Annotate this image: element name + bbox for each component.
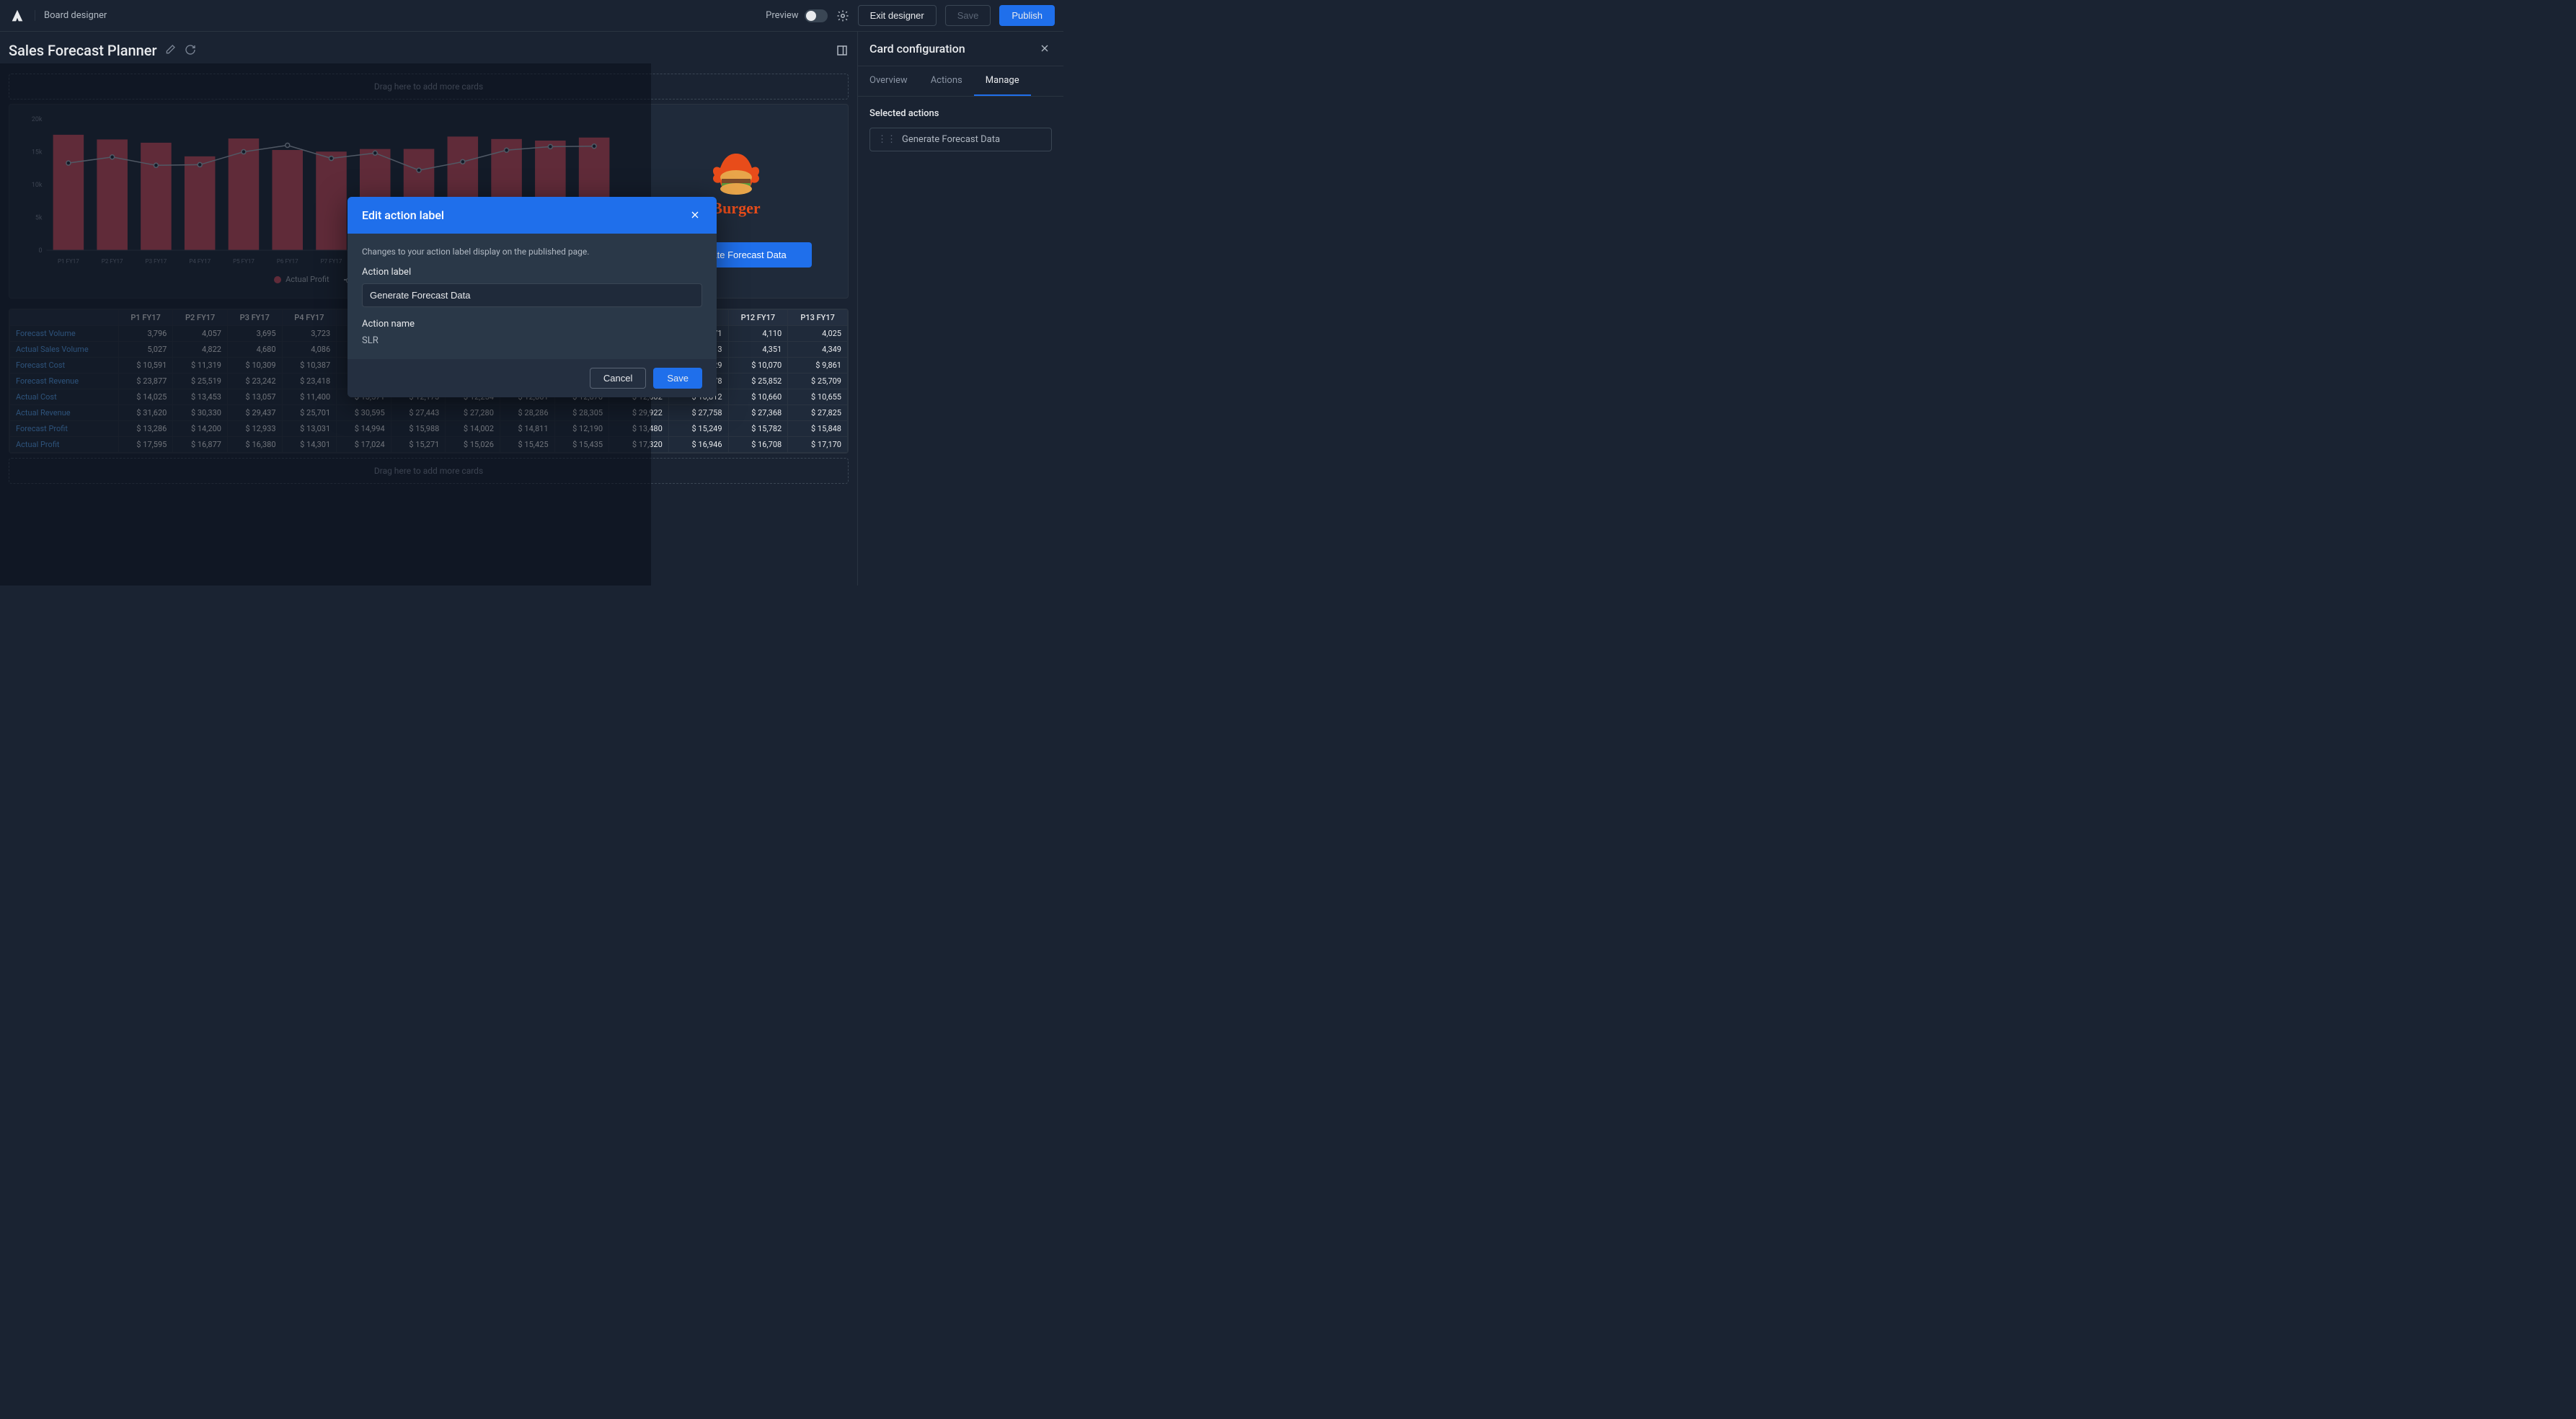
tab-actions[interactable]: Actions (919, 66, 974, 96)
refresh-icon[interactable] (185, 44, 198, 57)
action-name-label: Action name (362, 319, 702, 330)
edit-action-label-modal: Edit action label Changes to your action… (348, 197, 717, 397)
top-bar: Board designer Preview Exit designer Sav… (0, 0, 1063, 32)
table-header: P13 FY17 (788, 310, 848, 326)
table-header: P12 FY17 (728, 310, 788, 326)
save-button[interactable]: Save (653, 368, 702, 389)
edit-title-icon[interactable] (164, 44, 177, 57)
panel-title: Card configuration (869, 42, 965, 56)
tab-overview[interactable]: Overview (858, 66, 919, 96)
app-logo-icon (9, 7, 26, 25)
cancel-button[interactable]: Cancel (590, 368, 646, 389)
card-config-panel: Card configuration Overview Actions Mana… (857, 32, 1063, 585)
exit-designer-button[interactable]: Exit designer (858, 5, 937, 26)
drag-handle-icon[interactable]: ⋮⋮ (877, 134, 896, 145)
svg-text:Burger: Burger (712, 199, 760, 217)
publish-button[interactable]: Publish (999, 5, 1055, 26)
modal-title: Edit action label (362, 208, 444, 222)
tab-manage[interactable]: Manage (974, 66, 1031, 96)
page-title: Sales Forecast Planner (9, 42, 157, 59)
close-icon[interactable] (1039, 43, 1052, 56)
selected-actions-label: Selected actions (869, 108, 1052, 119)
save-button[interactable]: Save (945, 5, 991, 26)
close-icon[interactable] (689, 209, 702, 222)
action-item-label: Generate Forecast Data (902, 134, 1000, 145)
action-label-field-label: Action label (362, 267, 702, 278)
preview-label: Preview (766, 10, 798, 21)
collapse-panel-icon[interactable] (836, 44, 849, 57)
modal-hint: Changes to your action label display on … (362, 247, 702, 257)
selected-action-item[interactable]: ⋮⋮ Generate Forecast Data (869, 128, 1052, 151)
action-name-value: SLR (362, 335, 702, 346)
gear-icon[interactable] (836, 9, 849, 22)
preview-toggle[interactable] (805, 9, 828, 22)
action-label-input[interactable] (362, 283, 702, 307)
app-mode-label: Board designer (35, 10, 107, 21)
